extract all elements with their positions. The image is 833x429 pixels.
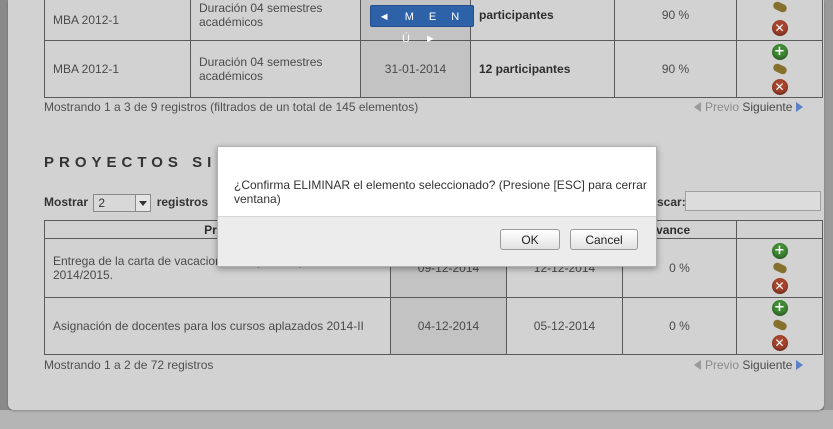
confirm-dialog: ¿Confirma ELIMINAR el elemento seleccion… bbox=[217, 146, 657, 267]
chevron-down-icon[interactable] bbox=[135, 195, 151, 211]
bottom-pager: Previo Siguiente bbox=[694, 358, 804, 372]
ok-button[interactable]: OK bbox=[500, 229, 560, 250]
progress-cell: 90 % bbox=[614, 40, 737, 98]
page-size-control: Mostrar 2 registros bbox=[44, 194, 208, 212]
section-title: PROYECTOS SIN bbox=[44, 154, 233, 171]
prev-arrow-icon bbox=[694, 360, 701, 370]
add-icon[interactable]: + bbox=[771, 243, 788, 259]
delete-icon[interactable]: ✕ bbox=[771, 79, 788, 95]
dialog-footer: OK Cancel bbox=[218, 216, 656, 266]
top-pager: Previo Siguiente bbox=[694, 100, 804, 114]
page-size-value: 2 bbox=[98, 196, 106, 210]
dialog-message: ¿Confirma ELIMINAR el elemento seleccion… bbox=[234, 178, 647, 206]
actions-cell: ✕ bbox=[736, 0, 823, 41]
start-date-cell: 04-12-2014 bbox=[390, 297, 507, 355]
add-icon[interactable]: + bbox=[771, 44, 788, 60]
next-link[interactable]: Siguiente bbox=[742, 100, 792, 114]
project-name-cell: Asignación de docentes para los cursos a… bbox=[44, 297, 391, 355]
search-input[interactable] bbox=[685, 191, 821, 211]
show-label: Mostrar bbox=[44, 195, 89, 210]
actions-cell: + ✕ bbox=[736, 238, 823, 298]
scroll-gutter bbox=[824, 0, 833, 429]
edit-icon[interactable] bbox=[772, 63, 788, 75]
page-size-select[interactable]: 2 bbox=[93, 194, 152, 212]
duration-cell: Duración 04 semestres académicos bbox=[190, 0, 361, 41]
program-cell: MBA 2012-1 bbox=[44, 40, 191, 98]
edit-icon[interactable] bbox=[772, 1, 788, 13]
search-label: scar: bbox=[657, 195, 686, 209]
participants-cell: 12 participantes bbox=[470, 40, 615, 98]
progress-cell: 0 % bbox=[622, 297, 737, 355]
edit-icon[interactable] bbox=[772, 262, 788, 274]
delete-icon[interactable]: ✕ bbox=[771, 278, 788, 294]
actions-cell: + ✕ bbox=[736, 40, 823, 98]
next-link[interactable]: Siguiente bbox=[742, 358, 792, 372]
end-date-cell: 05-12-2014 bbox=[506, 297, 623, 355]
prev-link[interactable]: Previo bbox=[705, 358, 739, 372]
menu-button[interactable]: ◄ M E N Ú ► bbox=[370, 5, 474, 45]
program-cell: MBA 2012-1 bbox=[44, 0, 191, 41]
progress-cell: 90 % bbox=[614, 0, 737, 41]
cancel-button[interactable]: Cancel bbox=[570, 229, 638, 250]
page-bottom bbox=[0, 410, 833, 429]
actions-cell: + ✕ bbox=[736, 297, 823, 355]
participants-cell: participantes bbox=[470, 0, 615, 41]
duration-cell: Duración 04 semestres académicos bbox=[190, 40, 361, 98]
prev-arrow-icon bbox=[694, 102, 701, 112]
add-icon[interactable]: + bbox=[771, 300, 788, 316]
edit-icon[interactable] bbox=[772, 319, 788, 331]
delete-icon[interactable]: ✕ bbox=[771, 20, 788, 36]
table-row: Asignación de docentes para los cursos a… bbox=[44, 297, 823, 355]
top-table-info: Mostrando 1 a 3 de 9 registros (filtrado… bbox=[44, 100, 419, 114]
next-arrow-icon[interactable] bbox=[796, 360, 804, 370]
delete-icon[interactable]: ✕ bbox=[771, 335, 788, 351]
records-label: registros bbox=[156, 195, 209, 210]
next-arrow-icon[interactable] bbox=[796, 102, 804, 112]
bottom-table-info: Mostrando 1 a 2 de 72 registros bbox=[44, 358, 214, 372]
prev-link[interactable]: Previo bbox=[705, 100, 739, 114]
header-actions bbox=[736, 220, 823, 239]
